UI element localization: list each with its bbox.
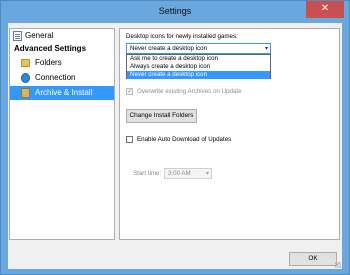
sidebar-item-label: Archive & Install bbox=[35, 88, 93, 97]
desktop-icons-dropdown: Ask me to create a desktop icon Always c… bbox=[126, 54, 271, 79]
sidebar-item-label: Folders bbox=[35, 58, 62, 67]
dropdown-option-selected[interactable]: Never create a desktop icon bbox=[127, 71, 270, 79]
auto-download-label: Enable Auto Download of Updates bbox=[137, 136, 232, 143]
connection-icon bbox=[21, 73, 30, 83]
sidebar-item-label: Connection bbox=[35, 73, 76, 82]
ok-button[interactable]: OK bbox=[289, 252, 337, 266]
chevron-down-icon: ▾ bbox=[264, 45, 268, 52]
overwrite-archives-label: Overwrite existing Archives on Update bbox=[137, 88, 242, 95]
sidebar-item-archive-install[interactable]: Archive & Install bbox=[10, 86, 114, 100]
client-area: SO General Advanced Settings Folders Con… bbox=[8, 23, 342, 269]
folder-icon bbox=[21, 59, 30, 67]
desktop-icons-value: Never create a desktop icon bbox=[130, 45, 208, 52]
dropdown-option[interactable]: Always create a desktop icon bbox=[127, 63, 270, 71]
window-title: Settings bbox=[158, 6, 192, 16]
start-time-label: Start time: bbox=[133, 170, 162, 177]
settings-sidebar: General Advanced Settings Folders Connec… bbox=[9, 28, 115, 240]
settings-panel: Desktop icons for newly installed games:… bbox=[119, 28, 340, 240]
sidebar-item-connection[interactable]: Connection bbox=[10, 71, 114, 85]
settings-window: Settings ✕ SO General Advanced Settings … bbox=[0, 0, 350, 275]
resize-grip-icon[interactable] bbox=[335, 262, 341, 268]
close-button[interactable]: ✕ bbox=[306, 1, 344, 18]
title-bar[interactable]: Settings ✕ bbox=[1, 1, 349, 23]
sidebar-heading-label: Advanced Settings bbox=[14, 44, 87, 53]
sidebar-item-label: General bbox=[25, 31, 54, 40]
change-install-folders-button[interactable]: Change Install Folders bbox=[126, 109, 197, 123]
desktop-icons-label: Desktop icons for newly installed games: bbox=[126, 33, 238, 40]
sidebar-item-general[interactable]: General bbox=[10, 29, 114, 43]
sidebar-item-folders[interactable]: Folders bbox=[10, 56, 114, 70]
sidebar-heading-advanced: Advanced Settings bbox=[10, 42, 114, 56]
desktop-icons-select[interactable]: Never create a desktop icon ▾ bbox=[126, 43, 271, 54]
dropdown-option[interactable]: Ask me to create a desktop icon bbox=[127, 55, 270, 63]
auto-download-checkbox[interactable] bbox=[126, 136, 133, 143]
start-time-select[interactable]: 3:00 AM ▾ bbox=[164, 168, 212, 179]
checkmark-icon: ✓ bbox=[127, 87, 133, 95]
archive-icon bbox=[21, 88, 30, 98]
overwrite-archives-checkbox[interactable]: ✓ bbox=[126, 87, 133, 95]
start-time-value: 3:00 AM bbox=[168, 170, 191, 177]
chevron-down-icon: ▾ bbox=[205, 170, 209, 177]
document-icon bbox=[13, 31, 22, 41]
